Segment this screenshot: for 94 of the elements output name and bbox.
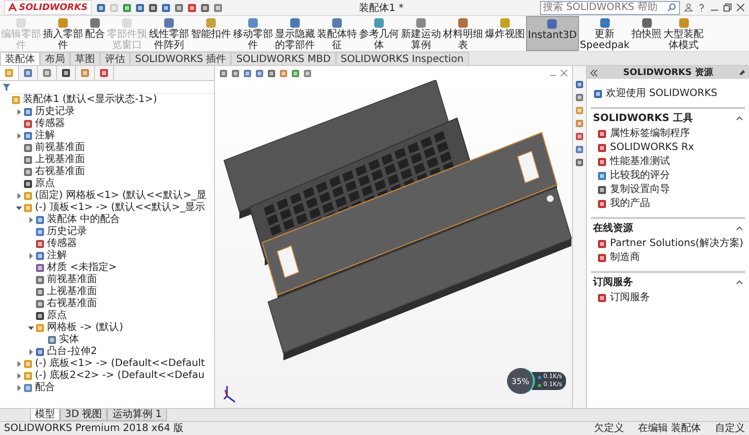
usage-gauge: 35% — [507, 368, 536, 394]
command-tab[interactable]: SOLIDWORKS Inspection — [336, 52, 469, 65]
tree-item[interactable]: (-) 底板2<2> -> (Default<<Defau — [35, 370, 204, 382]
ribbon-button[interactable]: 新建运动算例 — [400, 16, 442, 51]
resource-link[interactable]: SOLIDWORKS Rx — [610, 142, 694, 154]
status-field: 自定义 — [715, 422, 745, 434]
tree-item[interactable]: 前视基准面 — [35, 142, 85, 154]
welcome-link[interactable]: 欢迎使用 SOLIDWORKS — [606, 88, 718, 100]
ribbon-button[interactable]: 智能扣件 — [190, 16, 232, 51]
tree-item[interactable]: 原点 — [47, 310, 67, 322]
resource-link[interactable]: 订阅服务 — [610, 292, 650, 304]
resource-link[interactable]: 制造商 — [610, 252, 640, 264]
restore-icon[interactable] — [723, 3, 732, 12]
expand-arrow-icon[interactable] — [28, 217, 34, 223]
ribbon-button[interactable]: 显示隐藏的零部件 — [274, 16, 316, 51]
chevron-icon[interactable] — [736, 224, 743, 232]
expand-arrow-icon[interactable] — [16, 133, 22, 139]
collapse-icon[interactable] — [590, 68, 598, 76]
command-tab[interactable]: 布局 — [40, 52, 70, 65]
ribbon-button[interactable]: 插入零部件 — [42, 16, 84, 51]
tree-item[interactable]: 网格板 -> (默认) — [47, 322, 124, 334]
section-title: SOLIDWORKS 工具 — [593, 112, 693, 125]
ribbon-button[interactable]: 配合 — [84, 16, 106, 51]
tree-item[interactable]: 装配体 中的配合 — [47, 214, 120, 226]
ribbon-button[interactable]: Instant3D — [526, 16, 579, 51]
tree-item[interactable]: 注解 — [35, 130, 55, 142]
tree-item[interactable]: 凸台-拉伸2 — [47, 346, 97, 358]
expand-arrow-icon[interactable] — [16, 361, 22, 367]
tree-item[interactable]: (-) 顶板<1> -> (默认<<默认>_显示 — [35, 202, 206, 214]
status-field: 欠定义 — [594, 422, 624, 434]
tree-item[interactable]: 装配体1 (默认<显示状态-1>) — [23, 94, 158, 106]
pane-title: SOLIDWORKS 资源 — [623, 66, 713, 79]
expand-arrow-icon[interactable] — [16, 109, 22, 115]
tree-item[interactable]: 前视基准面 — [47, 274, 97, 286]
tree-item[interactable]: 材质 <未指定> — [47, 262, 117, 274]
command-tab[interactable]: SOLIDWORKS 插件 — [130, 52, 232, 65]
command-tab[interactable]: 评估 — [100, 52, 130, 65]
command-tab[interactable]: 装配体 — [0, 52, 40, 65]
expand-arrow-icon[interactable] — [16, 373, 22, 379]
collapse-arrow-icon[interactable] — [16, 205, 22, 211]
tree-item[interactable]: 上视基准面 — [47, 286, 97, 298]
tree-item[interactable]: 右视基准面 — [47, 298, 97, 310]
tree-item[interactable]: 历史记录 — [47, 226, 87, 238]
resource-link[interactable]: Partner Solutions(解决方案) — [610, 238, 744, 250]
chevron-icon[interactable] — [736, 114, 743, 122]
view-tab[interactable]: 3D 视图 — [60, 409, 108, 421]
window-title: 装配体1 * — [358, 2, 405, 14]
search-icon[interactable] — [667, 3, 676, 12]
viewport-close-icon[interactable] — [560, 69, 568, 77]
resource-link[interactable]: 复制设置向导 — [610, 184, 670, 196]
resource-link[interactable]: 性能基准测试 — [610, 156, 670, 168]
tree-item[interactable]: 注解 — [47, 250, 67, 262]
view-tab[interactable]: 模型 — [30, 409, 60, 421]
ribbon-button[interactable]: 更新Speedpak — [578, 16, 630, 51]
ribbon-button[interactable]: 移动零部件 — [232, 16, 274, 51]
expand-arrow-icon[interactable] — [16, 193, 22, 199]
view-tab[interactable]: 运动算例 1 — [107, 409, 167, 421]
product-name: SOLIDWORKS Premium 2018 x64 版 — [4, 422, 184, 434]
tree-item[interactable]: (-) 底板<1> -> (Default<<Default — [35, 358, 205, 370]
expand-arrow-icon[interactable] — [28, 253, 34, 259]
tree-item[interactable]: 传感器 — [47, 238, 77, 250]
expand-arrow-icon[interactable] — [16, 385, 22, 391]
tree-item[interactable]: 右视基准面 — [35, 166, 85, 178]
ribbon-button[interactable]: 爆炸视图 — [484, 16, 526, 51]
tree-item[interactable]: 历史记录 — [35, 106, 75, 118]
tree-item[interactable]: 传感器 — [35, 118, 65, 130]
tree-item[interactable]: 实体 — [59, 334, 79, 346]
resource-link[interactable]: 属性标签编制程序 — [610, 128, 690, 140]
expand-arrow-icon[interactable] — [28, 349, 34, 355]
search-field[interactable]: 搜索 SOLIDWORKS 帮助 — [540, 0, 680, 14]
tree-item[interactable]: 配合 — [35, 382, 55, 394]
close-icon[interactable] — [736, 3, 745, 12]
section-title: 订阅服务 — [593, 276, 633, 289]
tree-item[interactable]: 原点 — [35, 178, 55, 190]
resource-link[interactable]: 比较我的评分 — [610, 170, 670, 182]
tree-item[interactable]: 上视基准面 — [35, 154, 85, 166]
app-logo: SOLIDWORKS — [4, 0, 92, 15]
ribbon-button[interactable]: 装配体特征 — [316, 16, 358, 51]
help-icon[interactable] — [697, 3, 706, 12]
chevron-icon[interactable] — [736, 278, 743, 286]
ribbon-button[interactable]: 参考几何体 — [358, 16, 400, 51]
pin-icon[interactable] — [738, 68, 746, 76]
command-tab[interactable]: 草图 — [70, 52, 100, 65]
collapse-arrow-icon[interactable] — [28, 325, 34, 331]
section-title: 在线资源 — [593, 222, 633, 235]
ribbon-button[interactable]: 拍快照 — [630, 16, 662, 51]
status-field: 在编辑 装配体 — [638, 422, 701, 434]
ribbon-button[interactable]: 材料明细表 — [442, 16, 484, 51]
command-tab[interactable]: SOLIDWORKS MBD — [231, 52, 336, 65]
ribbon-button[interactable]: 线性零部件阵列 — [148, 16, 190, 51]
tree-item[interactable]: (固定) 网格板<1> (默认<<默认>_显 — [35, 190, 206, 202]
resource-link[interactable]: 我的产品 — [610, 198, 650, 210]
user-icon[interactable] — [684, 3, 693, 12]
ribbon-button[interactable]: 大型装配体模式 — [662, 16, 704, 51]
